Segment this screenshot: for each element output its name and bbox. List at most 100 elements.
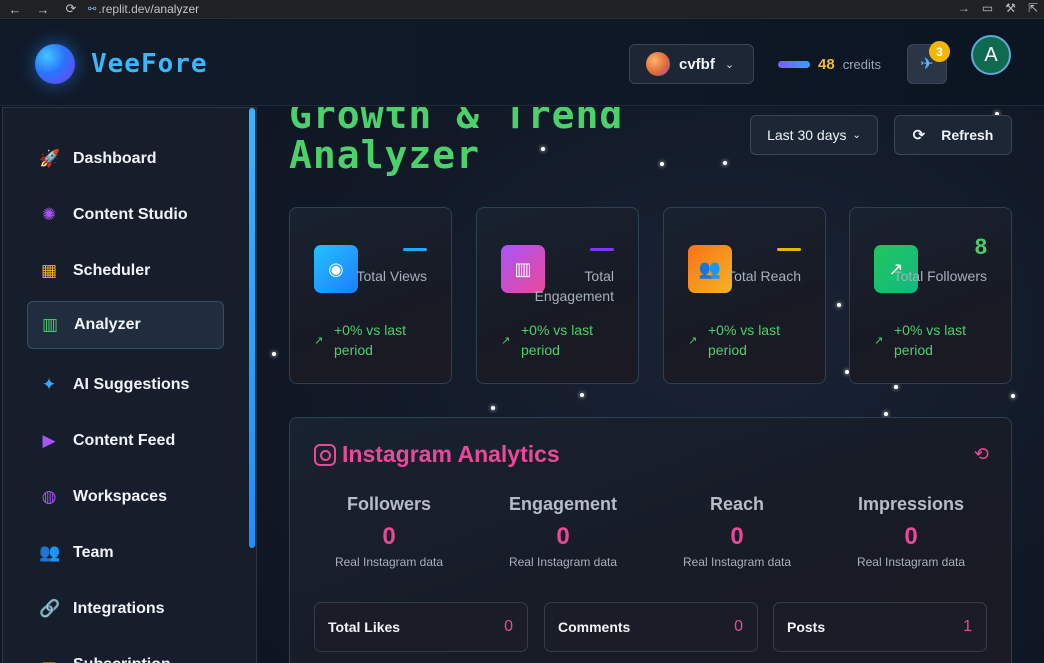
sidebar-item-content-studio[interactable]: ✺ Content Studio — [27, 191, 224, 239]
calendar-icon: ▦ — [40, 261, 58, 280]
metric-caption: Real Instagram data — [508, 555, 618, 569]
card-icon: ▭ — [39, 655, 59, 663]
date-range-select[interactable]: Last 30 days ⌄ — [750, 115, 878, 155]
total-label: Total Likes — [328, 619, 401, 635]
brain-icon: ✺ — [41, 205, 57, 224]
sidebar-item-dashboard[interactable]: 🚀 Dashboard — [27, 135, 224, 183]
star-decoration — [491, 406, 495, 410]
stat-label: Total Reach — [727, 268, 801, 284]
browser-toolbar: ← → ⟳ ⚯ .replit.dev/analyzer → ▭ ⚒ ⇱ — [0, 0, 1044, 19]
metric-label: Engagement — [508, 494, 618, 514]
metric-reach: Reach 0 Real Instagram data — [650, 494, 824, 569]
metric-caption: Real Instagram data — [856, 555, 966, 569]
sidebar-item-label: Team — [73, 544, 114, 561]
sidebar-item-content-feed[interactable]: ▶ Content Feed — [27, 417, 224, 465]
go-icon[interactable]: → — [958, 1, 970, 15]
globe-icon: ◍ — [41, 487, 57, 506]
sync-icon[interactable]: ⟲ — [974, 444, 989, 465]
sidebar-item-label: Subscription — [73, 656, 171, 663]
brand-name[interactable]: VeeFore — [91, 49, 208, 79]
metric-label: Followers — [346, 494, 431, 514]
credits-bar — [778, 61, 810, 68]
total-value: 0 — [734, 618, 743, 635]
star-decoration — [884, 412, 888, 416]
star-decoration — [272, 352, 276, 356]
users-icon: 👥 — [39, 543, 61, 562]
workspace-selector[interactable]: cvfbf ⌄ — [629, 44, 754, 84]
total-value: 1 — [963, 618, 972, 635]
refresh-icon: ⟳ — [912, 127, 926, 144]
stat-label: Total Engagement — [534, 268, 614, 304]
link-icon: 🔗 — [39, 599, 61, 618]
total-value: 0 — [504, 618, 513, 635]
sidebar-item-workspaces[interactable]: ◍ Workspaces — [27, 473, 224, 521]
address-bar[interactable]: ⚯ .replit.dev/analyzer — [88, 2, 199, 16]
open-external-icon[interactable]: ⇱ — [1028, 1, 1038, 15]
instagram-title: Instagram Analytics — [342, 441, 560, 467]
sidebar-item-subscription[interactable]: ▭ Subscription — [27, 641, 224, 663]
devices-icon[interactable]: ▭ — [982, 1, 993, 15]
sidebar-scrollbar[interactable] — [249, 108, 255, 548]
back-icon[interactable]: ← — [8, 2, 22, 17]
stat-card-total-reach: 👥 Total Reach ↗ +0% vs last period — [663, 207, 826, 384]
star-decoration — [894, 385, 898, 389]
credits-value: 48 — [818, 56, 835, 73]
sidebar-item-team[interactable]: 👥 Team — [27, 529, 224, 577]
star-decoration — [580, 393, 584, 397]
total-label: Comments — [558, 619, 631, 635]
trending-up-icon: ↗ — [874, 335, 884, 347]
metric-impressions: Impressions 0 Real Instagram data — [824, 494, 998, 569]
accent-bar — [590, 248, 614, 251]
play-circle-icon: ▶ — [42, 431, 56, 450]
logo-icon[interactable] — [35, 44, 75, 84]
rocket-icon: 🚀 — [39, 149, 61, 168]
star-decoration — [837, 303, 841, 307]
total-label: Posts — [787, 619, 826, 635]
avatar[interactable]: A — [971, 35, 1011, 75]
metric-value: 0 — [382, 523, 396, 550]
forward-icon[interactable]: → — [36, 2, 50, 17]
sidebar: 🚀 Dashboard ✺ Content Studio ▦ Scheduler ▥ Anal… — [2, 107, 257, 663]
sidebar-item-integrations[interactable]: 🔗 Integrations — [27, 585, 224, 633]
sidebar-item-scheduler[interactable]: ▦ Scheduler — [27, 247, 224, 295]
sidebar-item-label: Content Studio — [73, 206, 188, 223]
credits-indicator: 48 credits — [778, 56, 881, 73]
notification-badge: 3 — [929, 41, 950, 62]
metric-engagement: Engagement 0 Real Instagram data — [476, 494, 650, 569]
metric-value: 0 — [904, 523, 918, 550]
refresh-button[interactable]: ⟳ Refresh — [894, 115, 1012, 155]
stat-card-total-followers: ↗ 8 Total Followers ↗ +0% vs last period — [849, 207, 1012, 384]
sidebar-item-analyzer[interactable]: ▥ Analyzer — [27, 301, 224, 349]
metric-value: 0 — [556, 523, 570, 550]
workspace-name: cvfbf — [679, 55, 715, 73]
reload-icon[interactable]: ⟳ — [64, 1, 78, 17]
metric-caption: Real Instagram data — [682, 555, 792, 569]
wrench-icon[interactable]: ⚒ — [1005, 1, 1016, 15]
sidebar-item-label: Analyzer — [74, 316, 141, 333]
metric-value: 0 — [730, 523, 744, 550]
trending-up-icon: ↗ — [688, 335, 698, 347]
metric-label: Impressions — [857, 494, 965, 514]
stat-trend: +0% vs last period — [521, 322, 593, 358]
sidebar-item-label: Scheduler — [73, 262, 151, 279]
url-path: /analyzer — [150, 2, 200, 16]
accent-bar — [777, 248, 801, 251]
stat-trend: +0% vs last period — [894, 322, 966, 358]
metric-label: Reach — [709, 494, 765, 514]
sidebar-item-label: Content Feed — [73, 432, 176, 449]
url-host: .replit.dev — [98, 2, 151, 16]
page-title: Growth & Trend Analyzer — [289, 107, 624, 177]
total-card-comments: Comments 0 — [544, 602, 758, 652]
sidebar-item-ai-suggestions[interactable]: ✦ AI Suggestions — [27, 361, 224, 409]
site-info-icon[interactable]: ⚯ — [88, 4, 96, 15]
sidebar-item-label: Integrations — [73, 600, 165, 617]
stat-value: 8 — [974, 234, 987, 259]
sidebar-item-label: Workspaces — [73, 488, 167, 505]
stat-label: Total Followers — [893, 268, 987, 284]
stat-label: Total Views — [356, 268, 427, 284]
total-card-total-likes: Total Likes 0 — [314, 602, 528, 652]
stat-trend: +0% vs last period — [334, 322, 406, 358]
bar-chart-icon: ▥ — [41, 315, 59, 334]
credits-label: credits — [842, 57, 881, 72]
stat-card-total-engagement: ▥ Total Engagement ↗ +0% vs last period — [476, 207, 639, 384]
